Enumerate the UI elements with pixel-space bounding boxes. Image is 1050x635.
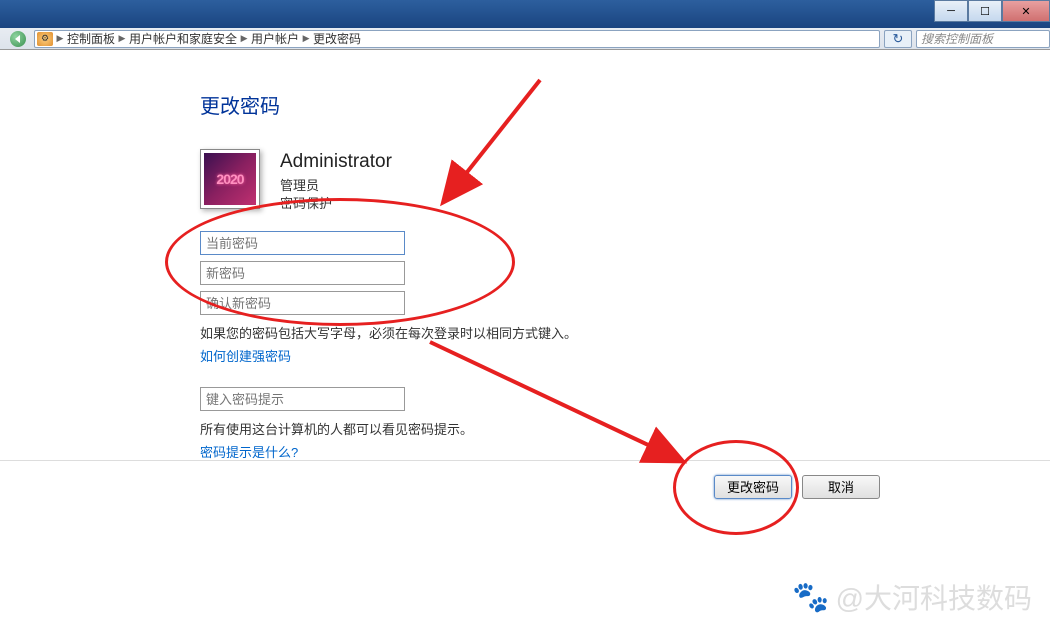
close-button[interactable]: ✕ bbox=[1002, 0, 1050, 22]
chevron-right-icon: ▶ bbox=[55, 33, 65, 44]
nav-back-button[interactable] bbox=[2, 30, 34, 48]
chevron-right-icon: ▶ bbox=[301, 33, 311, 44]
new-password-input[interactable] bbox=[200, 261, 405, 285]
strong-password-link[interactable]: 如何创建强密码 bbox=[200, 346, 1050, 365]
chevron-right-icon: ▶ bbox=[117, 33, 127, 44]
watermark: 🐾 @大河科技数码 bbox=[792, 577, 1032, 617]
password-hint-input[interactable] bbox=[200, 387, 405, 411]
chevron-right-icon: ▶ bbox=[239, 33, 249, 44]
window-titlebar: ─ ☐ ✕ bbox=[0, 0, 1050, 28]
address-bar: ⚙ ▶ 控制面板 ▶ 用户帐户和家庭安全 ▶ 用户帐户 ▶ 更改密码 ↻ 搜索控… bbox=[0, 28, 1050, 50]
user-name-label: Administrator bbox=[280, 151, 392, 173]
refresh-icon: ↻ bbox=[893, 31, 904, 47]
confirm-password-input[interactable] bbox=[200, 291, 405, 315]
back-icon bbox=[10, 31, 26, 47]
breadcrumb-item[interactable]: 用户帐户和家庭安全 bbox=[127, 30, 239, 47]
breadcrumb-item[interactable]: 更改密码 bbox=[311, 30, 363, 47]
current-password-input[interactable] bbox=[200, 231, 405, 255]
paw-icon: 🐾 bbox=[792, 580, 829, 615]
breadcrumb-item[interactable]: 控制面板 bbox=[65, 30, 117, 47]
refresh-button[interactable]: ↻ bbox=[884, 30, 912, 48]
search-input[interactable]: 搜索控制面板 bbox=[916, 30, 1050, 48]
caps-hint-text: 如果您的密码包括大写字母，必须在每次登录时以相同方式键入。 bbox=[200, 323, 1050, 342]
control-panel-icon: ⚙ bbox=[37, 32, 53, 46]
user-info-section: 2020 Administrator 管理员 密码保护 bbox=[200, 149, 1050, 213]
footer-bar: 更改密码 取消 bbox=[0, 460, 1050, 512]
hint-help-text: 所有使用这台计算机的人都可以看见密码提示。 bbox=[200, 419, 1050, 438]
breadcrumb-item[interactable]: 用户帐户 bbox=[249, 30, 301, 47]
page-title: 更改密码 bbox=[200, 90, 1050, 119]
avatar: 2020 bbox=[200, 149, 260, 209]
hint-what-link[interactable]: 密码提示是什么? bbox=[200, 442, 1050, 461]
maximize-button[interactable]: ☐ bbox=[968, 0, 1002, 22]
user-status-label: 密码保护 bbox=[280, 195, 392, 213]
user-role-label: 管理员 bbox=[280, 177, 392, 195]
minimize-button[interactable]: ─ bbox=[934, 0, 968, 22]
breadcrumb[interactable]: ⚙ ▶ 控制面板 ▶ 用户帐户和家庭安全 ▶ 用户帐户 ▶ 更改密码 bbox=[34, 30, 880, 48]
cancel-button[interactable]: 取消 bbox=[802, 475, 880, 499]
change-password-button[interactable]: 更改密码 bbox=[714, 475, 792, 499]
